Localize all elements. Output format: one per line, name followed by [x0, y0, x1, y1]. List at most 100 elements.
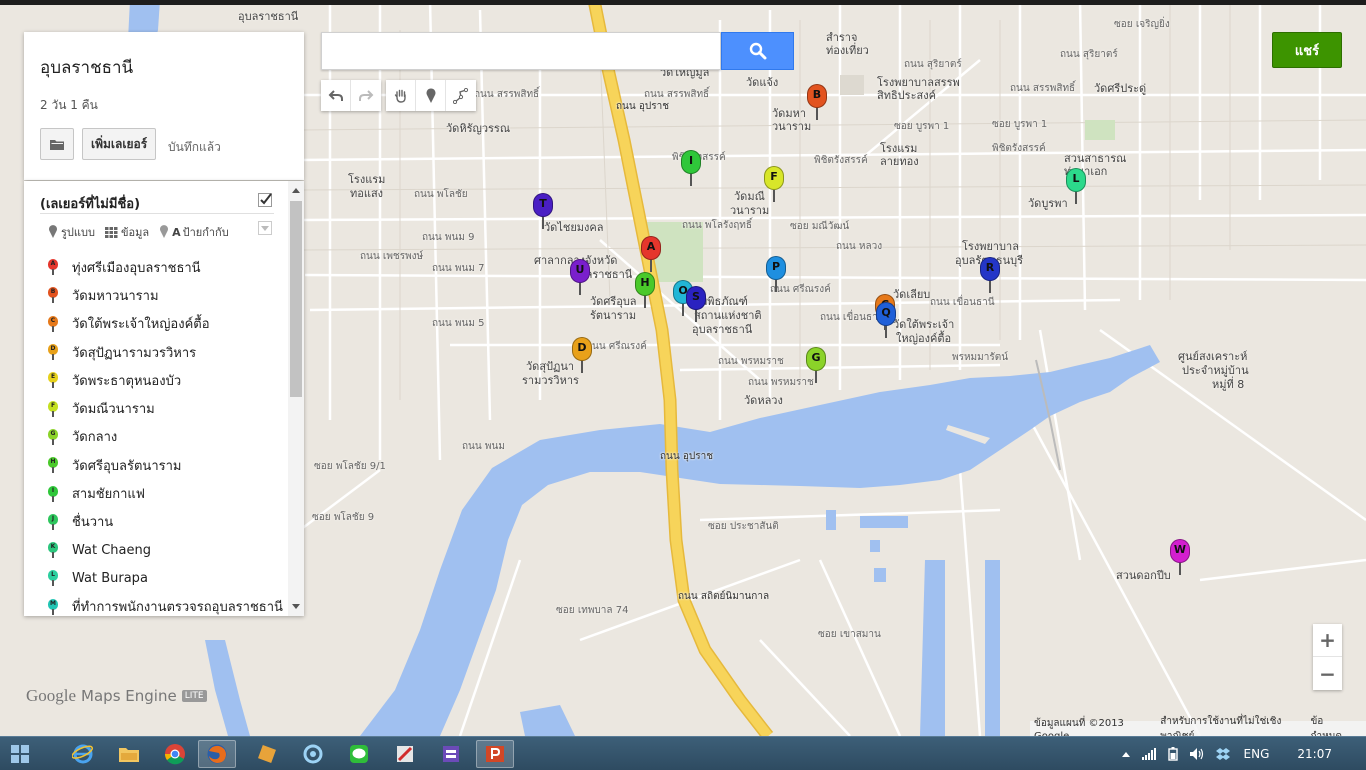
street-label: ถนน สรรพสิทธิ์ [474, 89, 540, 100]
search-button[interactable] [721, 32, 794, 70]
pond [874, 568, 886, 582]
map-label: วัดศรีประดู่ [1094, 82, 1147, 95]
chevron-down-icon [292, 603, 300, 609]
tray-battery[interactable] [1167, 747, 1178, 761]
map-marker[interactable]: P [766, 256, 786, 292]
search-box [321, 32, 721, 70]
map-description[interactable]: 2 วัน 1 คืน [40, 96, 98, 115]
style-tool-label: รูปแบบ [61, 226, 95, 239]
taskbar-firefox[interactable] [198, 740, 236, 768]
zoom-in-button[interactable]: + [1313, 624, 1342, 657]
list-item[interactable]: G วัดกลาง [48, 423, 288, 451]
zoom-out-button[interactable]: − [1313, 657, 1342, 690]
map-marker[interactable]: L [1066, 168, 1086, 204]
map-marker[interactable]: G [806, 347, 826, 383]
style-tool[interactable]: รูปแบบ [48, 223, 95, 241]
chrome-icon [165, 744, 185, 765]
layer-options-dropdown[interactable] [258, 221, 272, 235]
street-label: ถนน อุปราช [660, 451, 714, 462]
tray-network[interactable] [1141, 748, 1156, 760]
place-name: วัดมณีวนาราม [72, 402, 155, 418]
layer-title[interactable]: (เลเยอร์ที่ไม่มีชื่อ) [40, 193, 140, 214]
place-name: ที่ทำการพนักงานตรวจรถอุบลราชธานี [72, 600, 283, 616]
list-item[interactable]: M ที่ทำการพนักงานตรวจรถอุบลราชธานี [48, 593, 288, 616]
taskbar-line[interactable] [340, 740, 378, 768]
list-item[interactable]: H วัดศรีอุบลรัตนาราม [48, 451, 288, 479]
tray-volume[interactable] [1189, 748, 1204, 760]
map-marker[interactable]: D [572, 337, 592, 373]
map-label: รัตนาราม [590, 309, 637, 322]
list-item[interactable]: D วัดสุปัฏนารามวรวิหาร [48, 338, 288, 366]
map-label: วัดสุปัฏนา [526, 360, 575, 373]
map-marker[interactable]: A [641, 236, 661, 272]
labels-tool[interactable]: A ป้ายกำกับ [159, 223, 229, 241]
maps-engine-logo: Google Maps Engine LITE [26, 686, 207, 706]
google-logo-text: Google [26, 686, 77, 705]
taskbar-explorer[interactable] [110, 740, 148, 768]
add-marker-button[interactable] [416, 80, 446, 111]
map-marker[interactable]: W [1170, 539, 1190, 575]
data-tool[interactable]: ข้อมูล [104, 223, 149, 241]
map-label: วนาราม [730, 204, 770, 217]
taskbar-ie[interactable] [64, 740, 102, 768]
taskbar-app[interactable] [386, 740, 424, 768]
place-name: Wat Burapa [72, 570, 148, 586]
map-label: วัดแจ้ง [746, 76, 779, 89]
tray-dropbox[interactable] [1215, 747, 1230, 761]
list-item[interactable]: I สามชัยกาแฟ [48, 479, 288, 507]
street-label: พิชิตรังสรรค์ [814, 155, 868, 166]
pan-tool-button[interactable] [386, 80, 416, 111]
taskbar-app[interactable] [294, 740, 332, 768]
list-item[interactable]: C วัดใต้พระเจ้าใหญ่องค์ตื้อ [48, 310, 288, 338]
marker-letter: I [688, 154, 694, 167]
layer-visibility-checkbox[interactable] [258, 193, 272, 207]
search-input[interactable] [322, 33, 720, 69]
map-label: ลายทอง [880, 155, 919, 168]
input-language[interactable]: ENG [1244, 747, 1270, 761]
taskbar-app[interactable] [432, 740, 470, 768]
taskbar-powerpoint[interactable] [476, 740, 514, 768]
draw-line-button[interactable] [446, 80, 476, 111]
list-item[interactable]: J ชื่นวาน [48, 508, 288, 536]
map-marker[interactable]: T [533, 193, 553, 229]
share-button[interactable]: แชร์ [1272, 32, 1342, 68]
street-label: ถนน สถิตย์นิมานกาล [678, 591, 770, 602]
list-item[interactable]: A ทุ่งศรีเมืองอุบลราชธานี [48, 253, 288, 281]
list-item[interactable]: F วัดมณีวนาราม [48, 394, 288, 422]
street-label: ถนน หลวง [836, 241, 883, 252]
map-label: รามวรวิหาร [522, 374, 579, 387]
tray-arrow[interactable] [1121, 751, 1130, 757]
open-folder-button[interactable] [40, 128, 74, 160]
add-layer-button[interactable]: เพิ่มเลเยอร์ [82, 128, 157, 160]
app-icon [443, 746, 459, 762]
map-marker[interactable]: U [570, 259, 590, 295]
map-marker[interactable]: B [807, 84, 827, 120]
map-label: ศูนย์สงเคราะห์ [1178, 350, 1248, 363]
map-label: ประจำหมู่บ้าน [1182, 364, 1249, 377]
map-marker[interactable]: F [764, 166, 784, 202]
scroll-thumb[interactable] [290, 201, 302, 397]
explorer-icon [119, 748, 139, 762]
undo-button[interactable] [321, 80, 351, 111]
street-label: ซอย เทพบาล 74 [556, 605, 629, 616]
map-title[interactable]: อุบลราชธานี [40, 54, 133, 81]
taskbar-app[interactable] [248, 740, 286, 768]
scroll-down-button[interactable] [288, 599, 304, 613]
list-item[interactable]: K Wat Chaeng [48, 536, 288, 564]
taskbar-chrome[interactable] [156, 740, 194, 768]
taskbar-clock[interactable]: 21:07 [1297, 747, 1332, 761]
map-marker[interactable]: H [635, 272, 655, 308]
layer-scrollbar[interactable] [288, 181, 304, 616]
scroll-up-button[interactable] [288, 183, 304, 197]
map-marker[interactable]: S [686, 286, 706, 322]
list-item[interactable]: L Wat Burapa [48, 564, 288, 592]
list-item[interactable]: B วัดมหาวนาราม [48, 281, 288, 309]
undo-icon [328, 89, 343, 101]
map-marker[interactable]: R [980, 257, 1000, 293]
map-marker[interactable]: Q [876, 302, 896, 338]
redo-button[interactable] [351, 80, 381, 111]
chevron-up-icon [292, 187, 300, 193]
map-marker[interactable]: I [681, 150, 701, 186]
start-button[interactable] [0, 737, 40, 770]
list-item[interactable]: E วัดพระธาตุหนองบัว [48, 366, 288, 394]
